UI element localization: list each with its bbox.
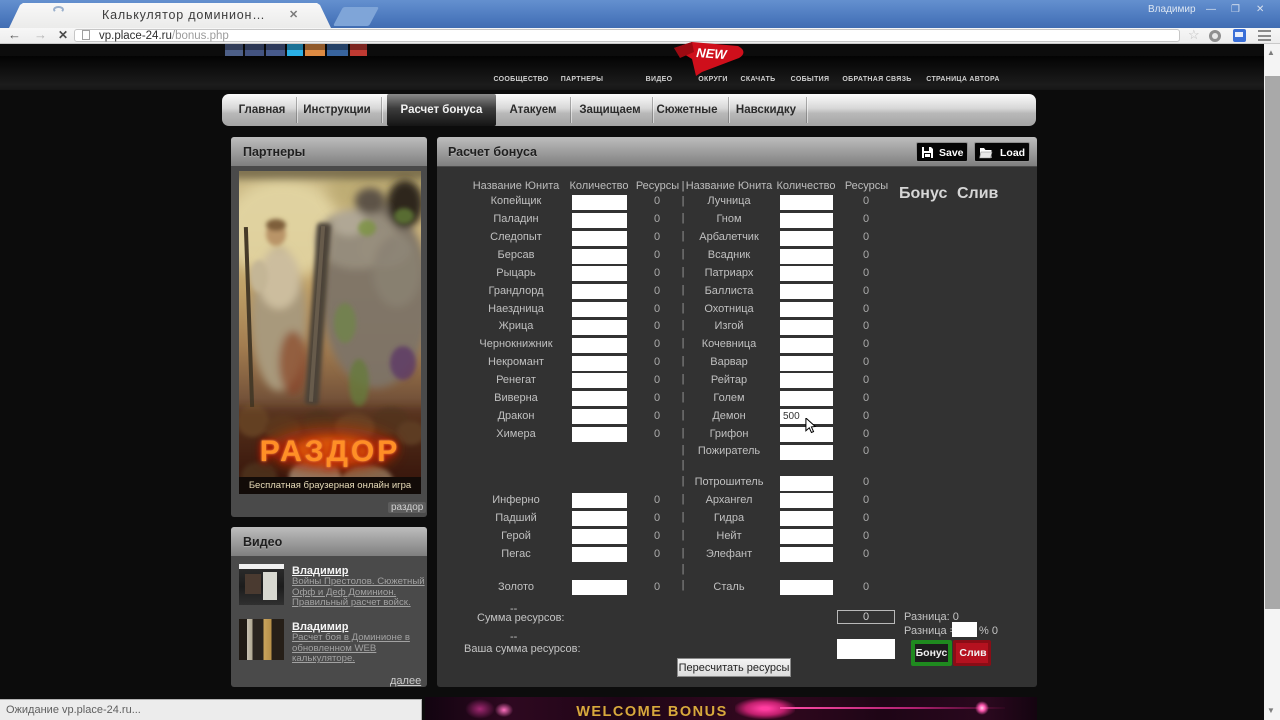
svg-text:NEW: NEW	[696, 45, 729, 62]
